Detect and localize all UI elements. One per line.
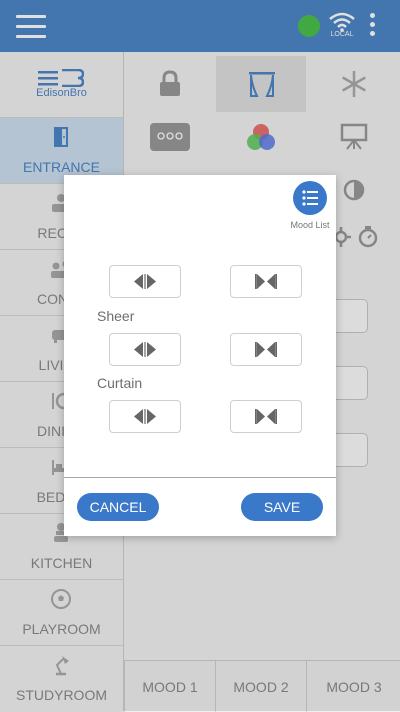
mood-list-button[interactable] xyxy=(293,181,327,215)
open-arrows-icon xyxy=(134,409,156,424)
close-all-button[interactable] xyxy=(230,265,302,298)
list-icon xyxy=(302,190,318,206)
open-sheer-button[interactable] xyxy=(109,333,181,366)
sheer-label: Sheer xyxy=(97,308,135,324)
curtain-mood-dialog: Mood List Sheer Curtain CANCEL SAVE xyxy=(64,175,336,536)
mood-list-label: Mood List xyxy=(290,220,330,230)
close-arrows-icon xyxy=(255,409,277,424)
open-arrows-icon xyxy=(134,342,156,357)
open-arrows-icon xyxy=(134,274,156,289)
dialog-divider xyxy=(64,477,336,478)
open-curtain-button[interactable] xyxy=(109,400,181,433)
close-arrows-icon xyxy=(255,274,277,289)
close-arrows-icon xyxy=(255,342,277,357)
save-button[interactable]: SAVE xyxy=(241,493,323,521)
close-curtain-button[interactable] xyxy=(230,400,302,433)
cancel-button[interactable]: CANCEL xyxy=(77,493,159,521)
open-all-button[interactable] xyxy=(109,265,181,298)
close-sheer-button[interactable] xyxy=(230,333,302,366)
curtain-label: Curtain xyxy=(97,375,143,391)
